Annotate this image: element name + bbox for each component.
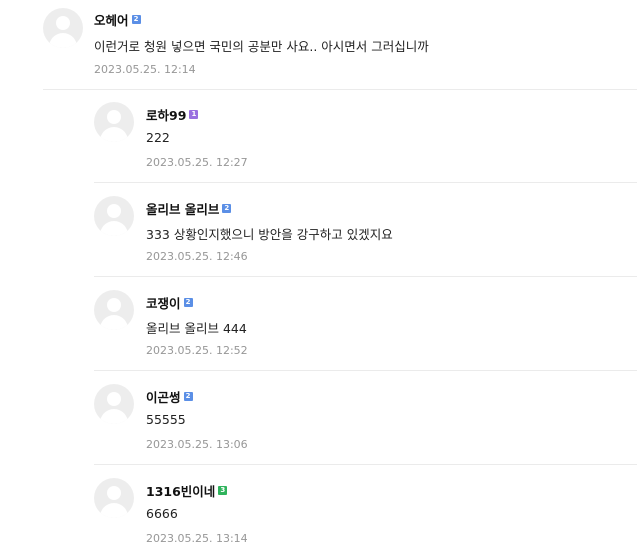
- avatar[interactable]: [94, 196, 134, 236]
- comment-date: 2023.05.25. 12:52: [146, 344, 248, 357]
- comment-text: 올리브 올리브 444: [146, 321, 247, 336]
- comment-text: 55555: [146, 412, 186, 427]
- level-badge-icon: 2: [131, 15, 141, 24]
- divider: [43, 89, 637, 90]
- comment-text: 333 상황인지했으니 방안을 강구하고 있겠지요: [146, 227, 393, 242]
- comment-text: 이런거로 청원 넣으면 국민의 공분만 사요.. 아시면서 그러십니까: [94, 39, 429, 54]
- author-name[interactable]: 올리브 올리브: [146, 199, 219, 218]
- level-badge-icon: 2: [183, 392, 193, 401]
- comment-author[interactable]: 코쟁이 2: [146, 293, 193, 312]
- comment-author[interactable]: 올리브 올리브 2: [146, 199, 232, 218]
- level-badge-icon: 2: [222, 204, 232, 213]
- level-badge-icon: 1: [189, 110, 199, 119]
- author-name[interactable]: 1316빈이네: [146, 481, 215, 500]
- comment-date: 2023.05.25. 13:14: [146, 532, 248, 545]
- author-name[interactable]: 이곤썽: [146, 387, 181, 406]
- author-name[interactable]: 코쟁이: [146, 293, 181, 312]
- author-name[interactable]: 로하99: [146, 105, 186, 124]
- author-name[interactable]: 오헤어: [94, 10, 129, 29]
- comment-text: 222: [146, 130, 170, 145]
- avatar[interactable]: [94, 384, 134, 424]
- comment-date: 2023.05.25. 12:46: [146, 250, 248, 263]
- level-badge-icon: 2: [183, 298, 193, 307]
- comment-author[interactable]: 1316빈이네 3: [146, 481, 228, 500]
- avatar[interactable]: [94, 102, 134, 142]
- divider: [94, 182, 637, 183]
- avatar[interactable]: [43, 8, 83, 48]
- comment-author[interactable]: 오헤어 2: [94, 10, 141, 29]
- divider: [94, 370, 637, 371]
- avatar[interactable]: [94, 478, 134, 518]
- comment-date: 2023.05.25. 12:27: [146, 156, 248, 169]
- divider: [94, 276, 637, 277]
- avatar[interactable]: [94, 290, 134, 330]
- comment-author[interactable]: 로하99 1: [146, 105, 199, 124]
- comment-text: 6666: [146, 506, 178, 521]
- level-badge-icon: 3: [218, 486, 228, 495]
- comment-author[interactable]: 이곤썽 2: [146, 387, 193, 406]
- comment-date: 2023.05.25. 13:06: [146, 438, 248, 451]
- comment-date: 2023.05.25. 12:14: [94, 63, 196, 76]
- divider: [94, 464, 637, 465]
